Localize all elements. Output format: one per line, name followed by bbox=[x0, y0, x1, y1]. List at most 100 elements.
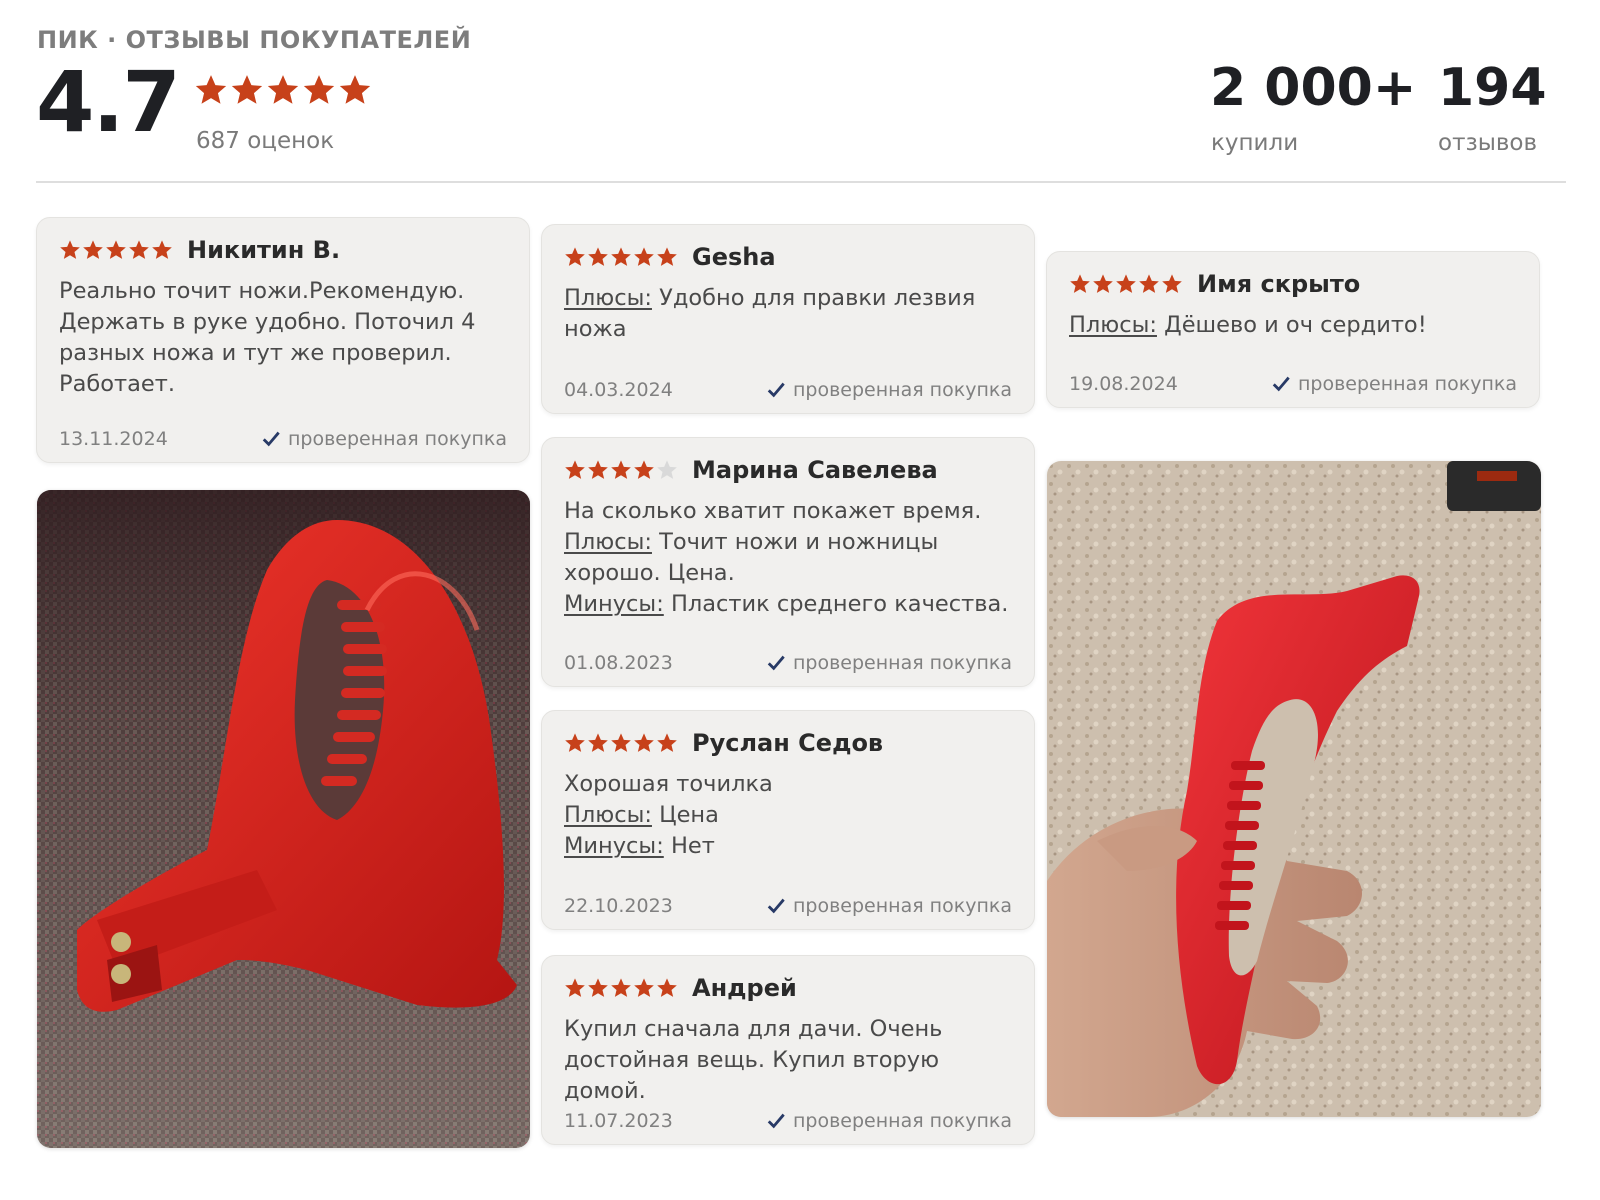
star-filled-icon bbox=[610, 246, 632, 268]
review-author: Gesha bbox=[692, 243, 776, 271]
star-filled-icon bbox=[1138, 273, 1160, 295]
star-filled-icon bbox=[564, 732, 586, 754]
star-filled-icon bbox=[1161, 273, 1183, 295]
verified-purchase: проверенная покупка bbox=[765, 895, 1012, 917]
star-filled-icon bbox=[564, 246, 586, 268]
star-filled-icon bbox=[656, 977, 678, 999]
verified-label: проверенная покупка bbox=[792, 379, 1012, 401]
star-filled-icon bbox=[59, 239, 81, 261]
review-stars bbox=[564, 977, 678, 999]
review-photo-sharpener-hand[interactable] bbox=[1047, 461, 1541, 1117]
pros-label: Плюсы: bbox=[564, 529, 652, 555]
verified-purchase: проверенная покупка bbox=[765, 652, 1012, 674]
review-date: 11.07.2023 bbox=[564, 1110, 673, 1132]
review-card[interactable]: Марина Савелева На сколько хватит покаже… bbox=[541, 437, 1035, 687]
average-rating: 4.7 bbox=[36, 53, 181, 151]
checkmark-icon bbox=[765, 652, 787, 674]
review-date: 04.03.2024 bbox=[564, 379, 673, 401]
star-filled-icon bbox=[610, 459, 632, 481]
ratings-count: 687 оценок bbox=[196, 128, 335, 154]
review-author: Никитин В. bbox=[187, 236, 341, 264]
review-author: Имя скрыто bbox=[1197, 270, 1361, 298]
star-filled-icon bbox=[587, 246, 609, 268]
star-filled-icon bbox=[1115, 273, 1137, 295]
pros-label: Плюсы: bbox=[564, 802, 652, 828]
star-filled-icon bbox=[194, 73, 228, 107]
star-filled-icon bbox=[587, 977, 609, 999]
reviews-count: 194 bbox=[1438, 58, 1547, 118]
star-filled-icon bbox=[230, 73, 264, 107]
average-rating-stars bbox=[194, 73, 372, 107]
review-body: Плюсы: Удобно для правки лезвия ножа bbox=[564, 283, 1019, 345]
review-body: Хорошая точилка Плюсы: Цена Минусы: Нет bbox=[564, 769, 1019, 862]
review-stars bbox=[564, 732, 678, 754]
star-filled-icon bbox=[656, 246, 678, 268]
checkmark-icon bbox=[765, 379, 787, 401]
star-filled-icon bbox=[266, 73, 300, 107]
star-filled-icon bbox=[151, 239, 173, 261]
star-filled-icon bbox=[105, 239, 127, 261]
star-filled-icon bbox=[633, 246, 655, 268]
review-stars bbox=[564, 459, 678, 481]
page-brand-title: ПИК · ОТЗЫВЫ ПОКУПАТЕЛЕЙ bbox=[37, 26, 472, 54]
review-cons: Минусы: Пластик среднего качества. bbox=[564, 589, 1019, 620]
verified-purchase: проверенная покупка bbox=[260, 428, 507, 450]
review-cons: Минусы: Нет bbox=[564, 831, 1019, 862]
review-card[interactable]: Никитин В. Реально точит ножи.Рекомендую… bbox=[36, 217, 530, 463]
checkmark-icon bbox=[765, 895, 787, 917]
star-filled-icon bbox=[564, 459, 586, 481]
star-filled-icon bbox=[587, 459, 609, 481]
review-body: Купил сначала для дачи. Очень достойная … bbox=[564, 1014, 1019, 1107]
star-filled-icon bbox=[656, 732, 678, 754]
star-filled-icon bbox=[610, 977, 632, 999]
checkmark-icon bbox=[765, 1110, 787, 1132]
review-author: Руслан Седов bbox=[692, 729, 884, 757]
star-filled-icon bbox=[302, 73, 336, 107]
review-date: 01.08.2023 bbox=[564, 652, 673, 674]
review-pros: Плюсы: Точит ножи и ножницы хорошо. Цена… bbox=[564, 527, 1019, 589]
review-card[interactable]: Андрей Купил сначала для дачи. Очень дос… bbox=[541, 955, 1035, 1145]
review-stars bbox=[564, 246, 678, 268]
star-filled-icon bbox=[610, 732, 632, 754]
star-filled-icon bbox=[564, 977, 586, 999]
review-card[interactable]: Руслан Седов Хорошая точилка Плюсы: Цена… bbox=[541, 710, 1035, 930]
review-body: Плюсы: Дёшево и оч сердито! bbox=[1069, 310, 1524, 341]
star-empty-icon bbox=[656, 459, 678, 481]
checkmark-icon bbox=[260, 428, 282, 450]
star-filled-icon bbox=[338, 73, 372, 107]
star-filled-icon bbox=[633, 459, 655, 481]
checkmark-icon bbox=[1270, 373, 1292, 395]
review-pros: Плюсы: Удобно для правки лезвия ножа bbox=[564, 283, 1019, 345]
star-filled-icon bbox=[633, 977, 655, 999]
review-card[interactable]: Gesha Плюсы: Удобно для правки лезвия но… bbox=[541, 224, 1035, 414]
review-date: 22.10.2023 bbox=[564, 895, 673, 917]
cons-label: Минусы: bbox=[564, 833, 664, 859]
review-text: Реально точит ножи.Рекомендую. Держать в… bbox=[59, 278, 476, 397]
header-divider bbox=[36, 181, 1566, 183]
review-pros: Плюсы: Цена bbox=[564, 800, 1019, 831]
verified-label: проверенная покупка bbox=[792, 652, 1012, 674]
review-author: Андрей bbox=[692, 974, 797, 1002]
bought-count: 2 000+ bbox=[1210, 58, 1417, 118]
star-filled-icon bbox=[1092, 273, 1114, 295]
star-filled-icon bbox=[128, 239, 150, 261]
sharpener-in-hand-image bbox=[1047, 461, 1541, 1117]
star-filled-icon bbox=[633, 732, 655, 754]
review-stars bbox=[1069, 273, 1183, 295]
verified-label: проверенная покупка bbox=[1297, 373, 1517, 395]
review-stars bbox=[59, 239, 173, 261]
pros-label: Плюсы: bbox=[564, 285, 652, 311]
verified-label: проверенная покупка bbox=[792, 1110, 1012, 1132]
review-date: 19.08.2024 bbox=[1069, 373, 1178, 395]
review-card[interactable]: Имя скрыто Плюсы: Дёшево и оч сердито! 1… bbox=[1046, 251, 1540, 408]
reviews-label: отзывов bbox=[1438, 130, 1538, 156]
review-photo-sharpener-mat[interactable] bbox=[37, 490, 530, 1148]
cons-label: Минусы: bbox=[564, 591, 664, 617]
review-text: Хорошая точилка bbox=[564, 771, 773, 797]
verified-purchase: проверенная покупка bbox=[765, 379, 1012, 401]
sharpener-photo-image bbox=[37, 490, 530, 1148]
cons-text: Пластик среднего качества. bbox=[670, 591, 1009, 617]
star-filled-icon bbox=[82, 239, 104, 261]
bought-label: купили bbox=[1211, 130, 1299, 156]
review-text: Купил сначала для дачи. Очень достойная … bbox=[564, 1016, 943, 1104]
